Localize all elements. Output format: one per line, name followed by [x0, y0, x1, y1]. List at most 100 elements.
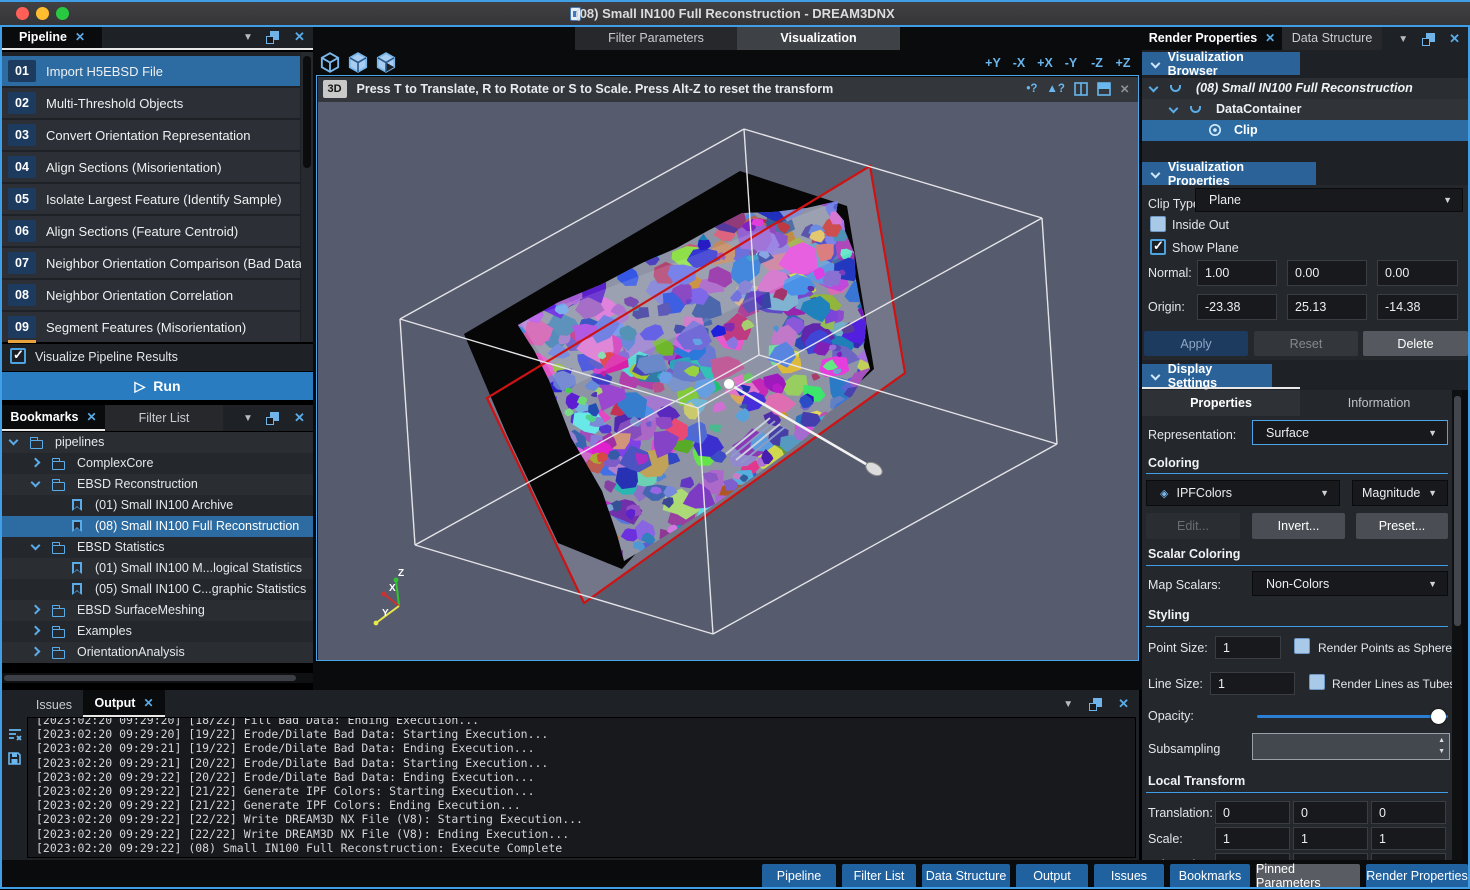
tab-filter-list[interactable]: Filter List [105, 405, 223, 431]
visualization-properties-header[interactable]: Visualization Properties [1142, 162, 1316, 185]
eye-icon[interactable] [1208, 123, 1222, 137]
chevron-right-icon[interactable] [31, 647, 41, 657]
close-icon[interactable]: ✕ [87, 410, 97, 424]
representation-dropdown[interactable]: Surface▼ [1252, 420, 1448, 445]
translation-z-field[interactable] [1371, 801, 1446, 824]
bookmarks-hscrollbar-thumb[interactable] [4, 675, 296, 681]
tab-visualization[interactable]: Visualization [737, 25, 900, 50]
save-log-icon[interactable] [8, 752, 21, 765]
preset-colormap-button[interactable]: Preset... [1356, 513, 1448, 539]
render-points-checkbox[interactable] [1294, 638, 1310, 654]
chevron-right-icon[interactable] [31, 458, 41, 468]
tab-filter-parameters[interactable]: Filter Parameters [575, 25, 737, 50]
tab-pipeline[interactable]: Pipeline ✕ [2, 25, 102, 48]
dock-toggle-pinned-parameters[interactable]: Pinned Parameters [1256, 864, 1360, 888]
camera-axis-button-minus-Z[interactable]: -Z [1084, 52, 1110, 73]
tab-bookmarks[interactable]: Bookmarks ✕ [2, 405, 105, 431]
tree-item[interactable]: (01) Small IN100 Archive [2, 495, 313, 516]
normal-y-field[interactable] [1287, 260, 1367, 286]
pipeline-filter-item[interactable]: 08Neighbor Orientation Correlation [2, 280, 300, 310]
opacity-slider-track[interactable] [1257, 715, 1448, 718]
tree-item[interactable]: (08) Small IN100 Full Reconstruction [2, 516, 313, 537]
cell-picking-help-icon[interactable]: ▲? [1046, 83, 1064, 95]
display-settings-header[interactable]: Display Settings [1142, 364, 1272, 387]
tab-display-properties[interactable]: Properties [1142, 390, 1300, 416]
pipeline-filter-item[interactable]: 04Align Sections (Misorientation) [2, 152, 300, 182]
line-size-field[interactable] [1210, 672, 1295, 695]
invert-colormap-button[interactable]: Invert... [1252, 513, 1345, 539]
pipeline-filter-item[interactable]: 02Multi-Threshold Objects [2, 88, 300, 118]
undock-icon[interactable] [1089, 698, 1102, 711]
close-icon[interactable]: ✕ [143, 696, 153, 710]
map-scalars-dropdown[interactable]: Non-Colors▼ [1252, 571, 1448, 596]
clip-type-dropdown[interactable]: Plane ▼ [1195, 188, 1463, 212]
tab-data-structure[interactable]: Data Structure [1282, 25, 1382, 50]
dock-toggle-output[interactable]: Output [1016, 864, 1088, 888]
dock-toggle-render-properties[interactable]: Render Properties [1366, 864, 1468, 888]
color-array-dropdown[interactable]: ◈ IPFColors▼ [1146, 480, 1340, 506]
chevron-right-icon[interactable] [31, 605, 41, 615]
console-log[interactable]: [2023:02:20 09:29:20] [18/22] Fill Bad D… [27, 717, 1136, 858]
chevron-down-icon[interactable]: ▼ [1398, 34, 1408, 45]
orientation-x-field[interactable] [1215, 853, 1290, 860]
pipeline-filter-item[interactable]: 07Neighbor Orientation Comparison (Bad D… [2, 248, 300, 278]
tree-item[interactable]: Examples [2, 621, 313, 642]
clear-console-icon[interactable] [8, 728, 22, 742]
scale-x-field[interactable] [1215, 827, 1290, 850]
close-icon[interactable]: ✕ [75, 30, 85, 44]
split-horizontal-icon[interactable] [1097, 82, 1111, 96]
apply-button[interactable]: Apply [1144, 331, 1248, 356]
pipeline-scrollbar-thumb[interactable] [303, 56, 311, 168]
pipeline-filter-item[interactable]: 06Align Sections (Feature Centroid) [2, 216, 300, 246]
pipeline-filter-item[interactable]: 03Convert Orientation Representation [2, 120, 300, 150]
origin-z-field[interactable] [1377, 294, 1458, 320]
close-icon[interactable]: ✕ [1449, 31, 1460, 47]
tab-render-properties[interactable]: Render Properties ✕ [1142, 25, 1282, 50]
dock-toggle-issues[interactable]: Issues [1094, 864, 1164, 888]
tree-item[interactable]: EBSD Statistics [2, 537, 313, 558]
point-size-field[interactable] [1215, 636, 1281, 659]
edit-colormap-button[interactable]: Edit... [1146, 513, 1240, 539]
chevron-down-icon[interactable] [1149, 83, 1159, 93]
browser-item-datacontainer[interactable]: DataContainer [1142, 99, 1468, 120]
undock-icon[interactable] [266, 412, 279, 425]
tree-item[interactable]: EBSD Reconstruction [2, 474, 313, 495]
chevron-right-icon[interactable] [31, 626, 41, 636]
pipeline-filter-item[interactable]: 09Segment Features (Misorientation) [2, 312, 300, 342]
undock-icon[interactable] [1422, 33, 1435, 46]
visualize-pipeline-checkbox[interactable] [10, 348, 26, 364]
right-panel-scrollbar-thumb[interactable] [1454, 396, 1461, 626]
scale-y-field[interactable] [1293, 827, 1368, 850]
chevron-down-icon[interactable] [1169, 104, 1179, 114]
reset-button[interactable]: Reset [1254, 331, 1358, 356]
chevron-down-icon[interactable] [31, 478, 41, 488]
opacity-slider-knob[interactable] [1431, 709, 1446, 724]
chevron-down-icon[interactable]: ▼ [243, 32, 253, 43]
browser-item-clip[interactable]: Clip [1142, 120, 1468, 141]
origin-y-field[interactable] [1287, 294, 1367, 320]
camera-axis-button-minus-X[interactable]: -X [1006, 52, 1032, 73]
delete-button[interactable]: Delete [1363, 331, 1468, 356]
close-icon[interactable]: ✕ [294, 410, 305, 426]
close-icon[interactable]: ✕ [1118, 696, 1129, 712]
translation-x-field[interactable] [1215, 801, 1290, 824]
close-icon[interactable]: ✕ [294, 29, 305, 45]
tab-output[interactable]: Output ✕ [83, 690, 165, 717]
tree-item[interactable]: ComplexCore [2, 453, 313, 474]
show-plane-checkbox[interactable] [1150, 239, 1166, 255]
split-vertical-icon[interactable] [1074, 82, 1088, 96]
chevron-down-icon[interactable]: ▼ [243, 413, 253, 424]
clipped-cube-icon[interactable] [375, 52, 397, 73]
scale-z-field[interactable] [1371, 827, 1446, 850]
tree-item[interactable]: OrientationAnalysis [2, 642, 313, 663]
camera-axis-button-minus-Y[interactable]: -Y [1058, 52, 1084, 73]
point-picking-help-icon[interactable]: •? [1026, 83, 1037, 95]
normal-z-field[interactable] [1377, 260, 1458, 286]
wireframe-cube-icon[interactable] [319, 52, 341, 73]
inside-out-checkbox[interactable] [1150, 216, 1166, 232]
tree-item[interactable]: pipelines [2, 432, 313, 453]
pipeline-filter-item[interactable]: 01Import H5EBSD File [2, 56, 300, 86]
pipeline-filter-item[interactable]: 05Isolate Largest Feature (Identify Samp… [2, 184, 300, 214]
close-icon[interactable]: ✕ [1265, 31, 1275, 45]
tab-issues[interactable]: Issues [25, 692, 83, 717]
